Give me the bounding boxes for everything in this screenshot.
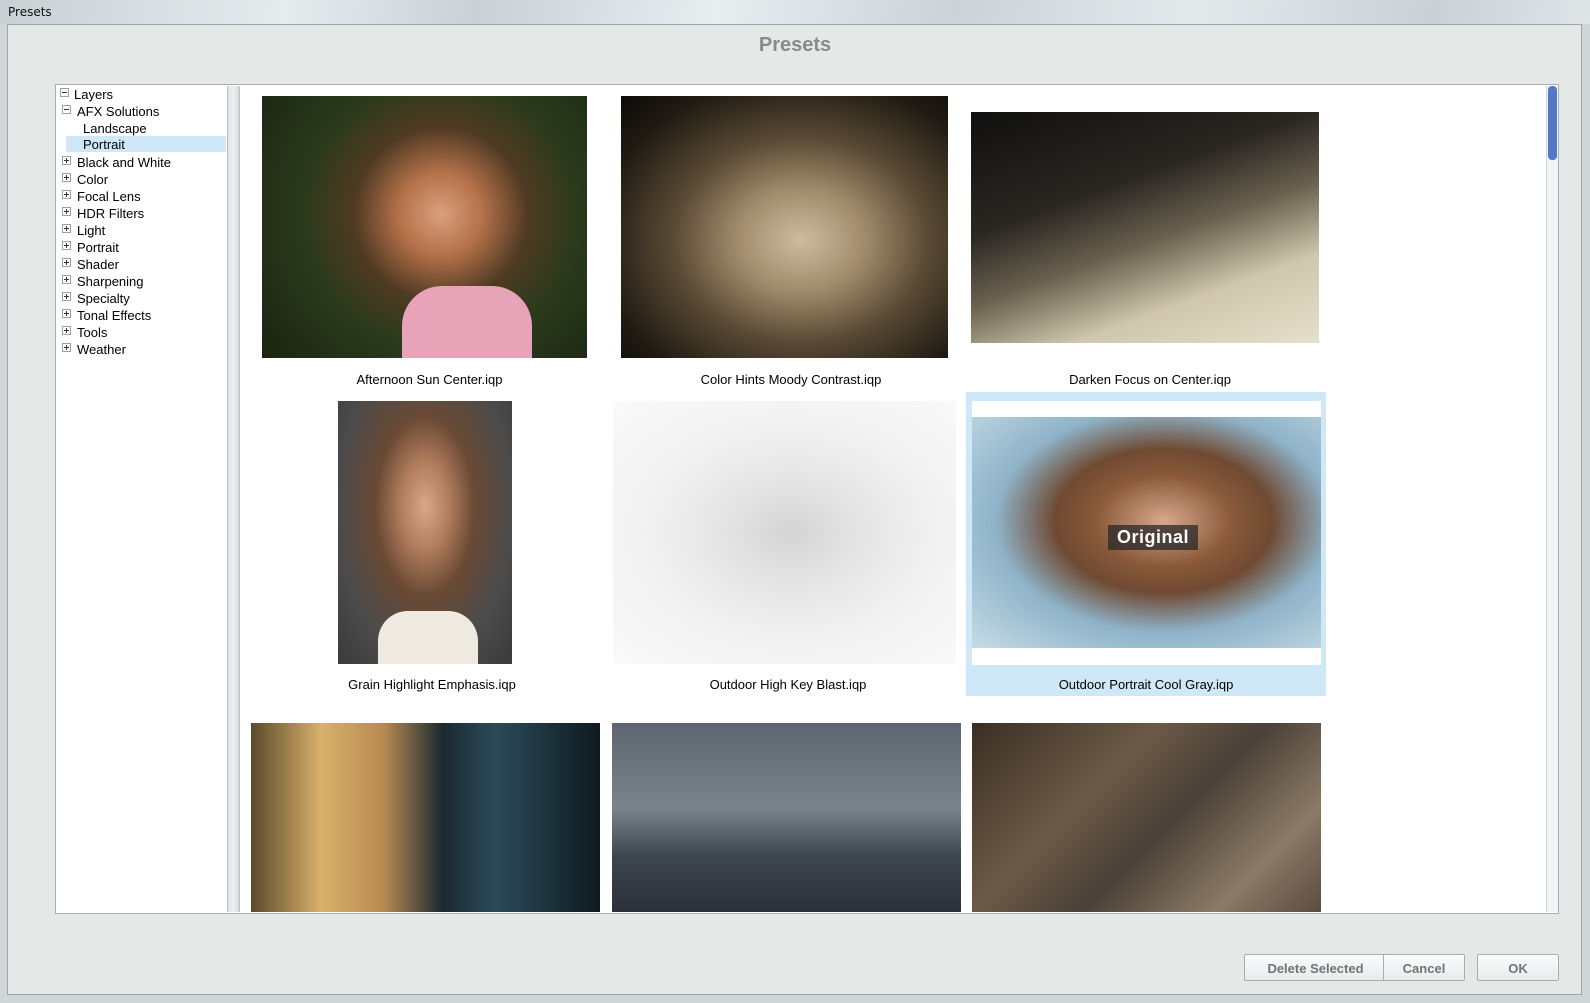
scrollbar-thumb[interactable] [1548,86,1557,160]
preset-caption-2: Color Hints Moody Contrast.iqp [700,372,882,387]
tree-node-tonal-effects[interactable]: Tonal Effects [77,307,151,324]
tree-node-specialty[interactable]: Specialty [77,290,130,307]
expand-icon[interactable] [62,326,71,335]
pane-splitter[interactable] [227,86,240,912]
preset-caption-1: Afternoon Sun Center.iqp [356,372,503,387]
expand-icon[interactable] [62,241,71,250]
vertical-scrollbar[interactable] [1546,86,1558,912]
expand-icon[interactable] [62,275,71,284]
preset-thumbnail-9[interactable] [972,723,1321,912]
preset-thumbnail-2[interactable] [621,96,948,358]
preset-thumbnail-4[interactable] [338,401,512,664]
tree-node-portrait-selected[interactable]: Portrait [83,136,125,153]
tree-node-tools[interactable]: Tools [77,324,107,341]
preset-thumbnail-1[interactable] [262,96,587,358]
preset-thumbnail-5[interactable] [613,401,956,664]
expand-icon[interactable] [62,224,71,233]
ok-button[interactable]: OK [1477,954,1559,981]
window-border-left [0,24,7,995]
tree-node-shader[interactable]: Shader [77,256,119,273]
expand-icon[interactable] [62,258,71,267]
tree-node-afx-solutions[interactable]: AFX Solutions [77,103,159,120]
expand-icon[interactable] [62,309,71,318]
preset-thumbnail-3[interactable] [971,112,1319,343]
tree-node-portrait[interactable]: Portrait [77,239,119,256]
dialog-heading: Presets [758,34,832,56]
cancel-button[interactable]: Cancel [1383,954,1465,981]
tree-node-focal-lens[interactable]: Focal Lens [77,188,141,205]
preset-caption-4: Grain Highlight Emphasis.iqp [348,677,516,692]
window-border-right [1582,24,1590,995]
expand-icon[interactable] [62,343,71,352]
delete-selected-button[interactable]: Delete Selected [1244,954,1387,981]
tree-node-layers[interactable]: Layers [74,86,113,103]
preset-thumbnail-8[interactable] [612,723,961,912]
expand-icon[interactable] [62,292,71,301]
expand-icon[interactable] [62,156,71,165]
expand-icon[interactable] [62,173,71,182]
tree-node-weather[interactable]: Weather [77,341,126,358]
title-bar: Presets [0,0,1590,24]
preset-caption-3: Darken Focus on Center.iqp [1069,372,1231,387]
tree-node-color[interactable]: Color [77,171,108,188]
tree-node-landscape[interactable]: Landscape [83,120,147,137]
tree-node-hdr-filters[interactable]: HDR Filters [77,205,144,222]
expand-icon[interactable] [62,207,71,216]
window-title: Presets [8,5,52,19]
collapse-icon[interactable] [60,88,69,97]
original-badge: Original [1108,525,1198,550]
tree-node-black-and-white[interactable]: Black and White [77,154,171,171]
collapse-icon[interactable] [62,105,71,114]
preset-thumbnail-7[interactable] [251,723,600,912]
preset-caption-5: Outdoor High Key Blast.iqp [709,677,867,692]
window-border-bottom [0,995,1590,1003]
expand-icon[interactable] [62,190,71,199]
preset-caption-6: Outdoor Portrait Cool Gray.iqp [1058,677,1234,692]
tree-node-light[interactable]: Light [77,222,105,239]
tree-node-sharpening[interactable]: Sharpening [77,273,144,290]
